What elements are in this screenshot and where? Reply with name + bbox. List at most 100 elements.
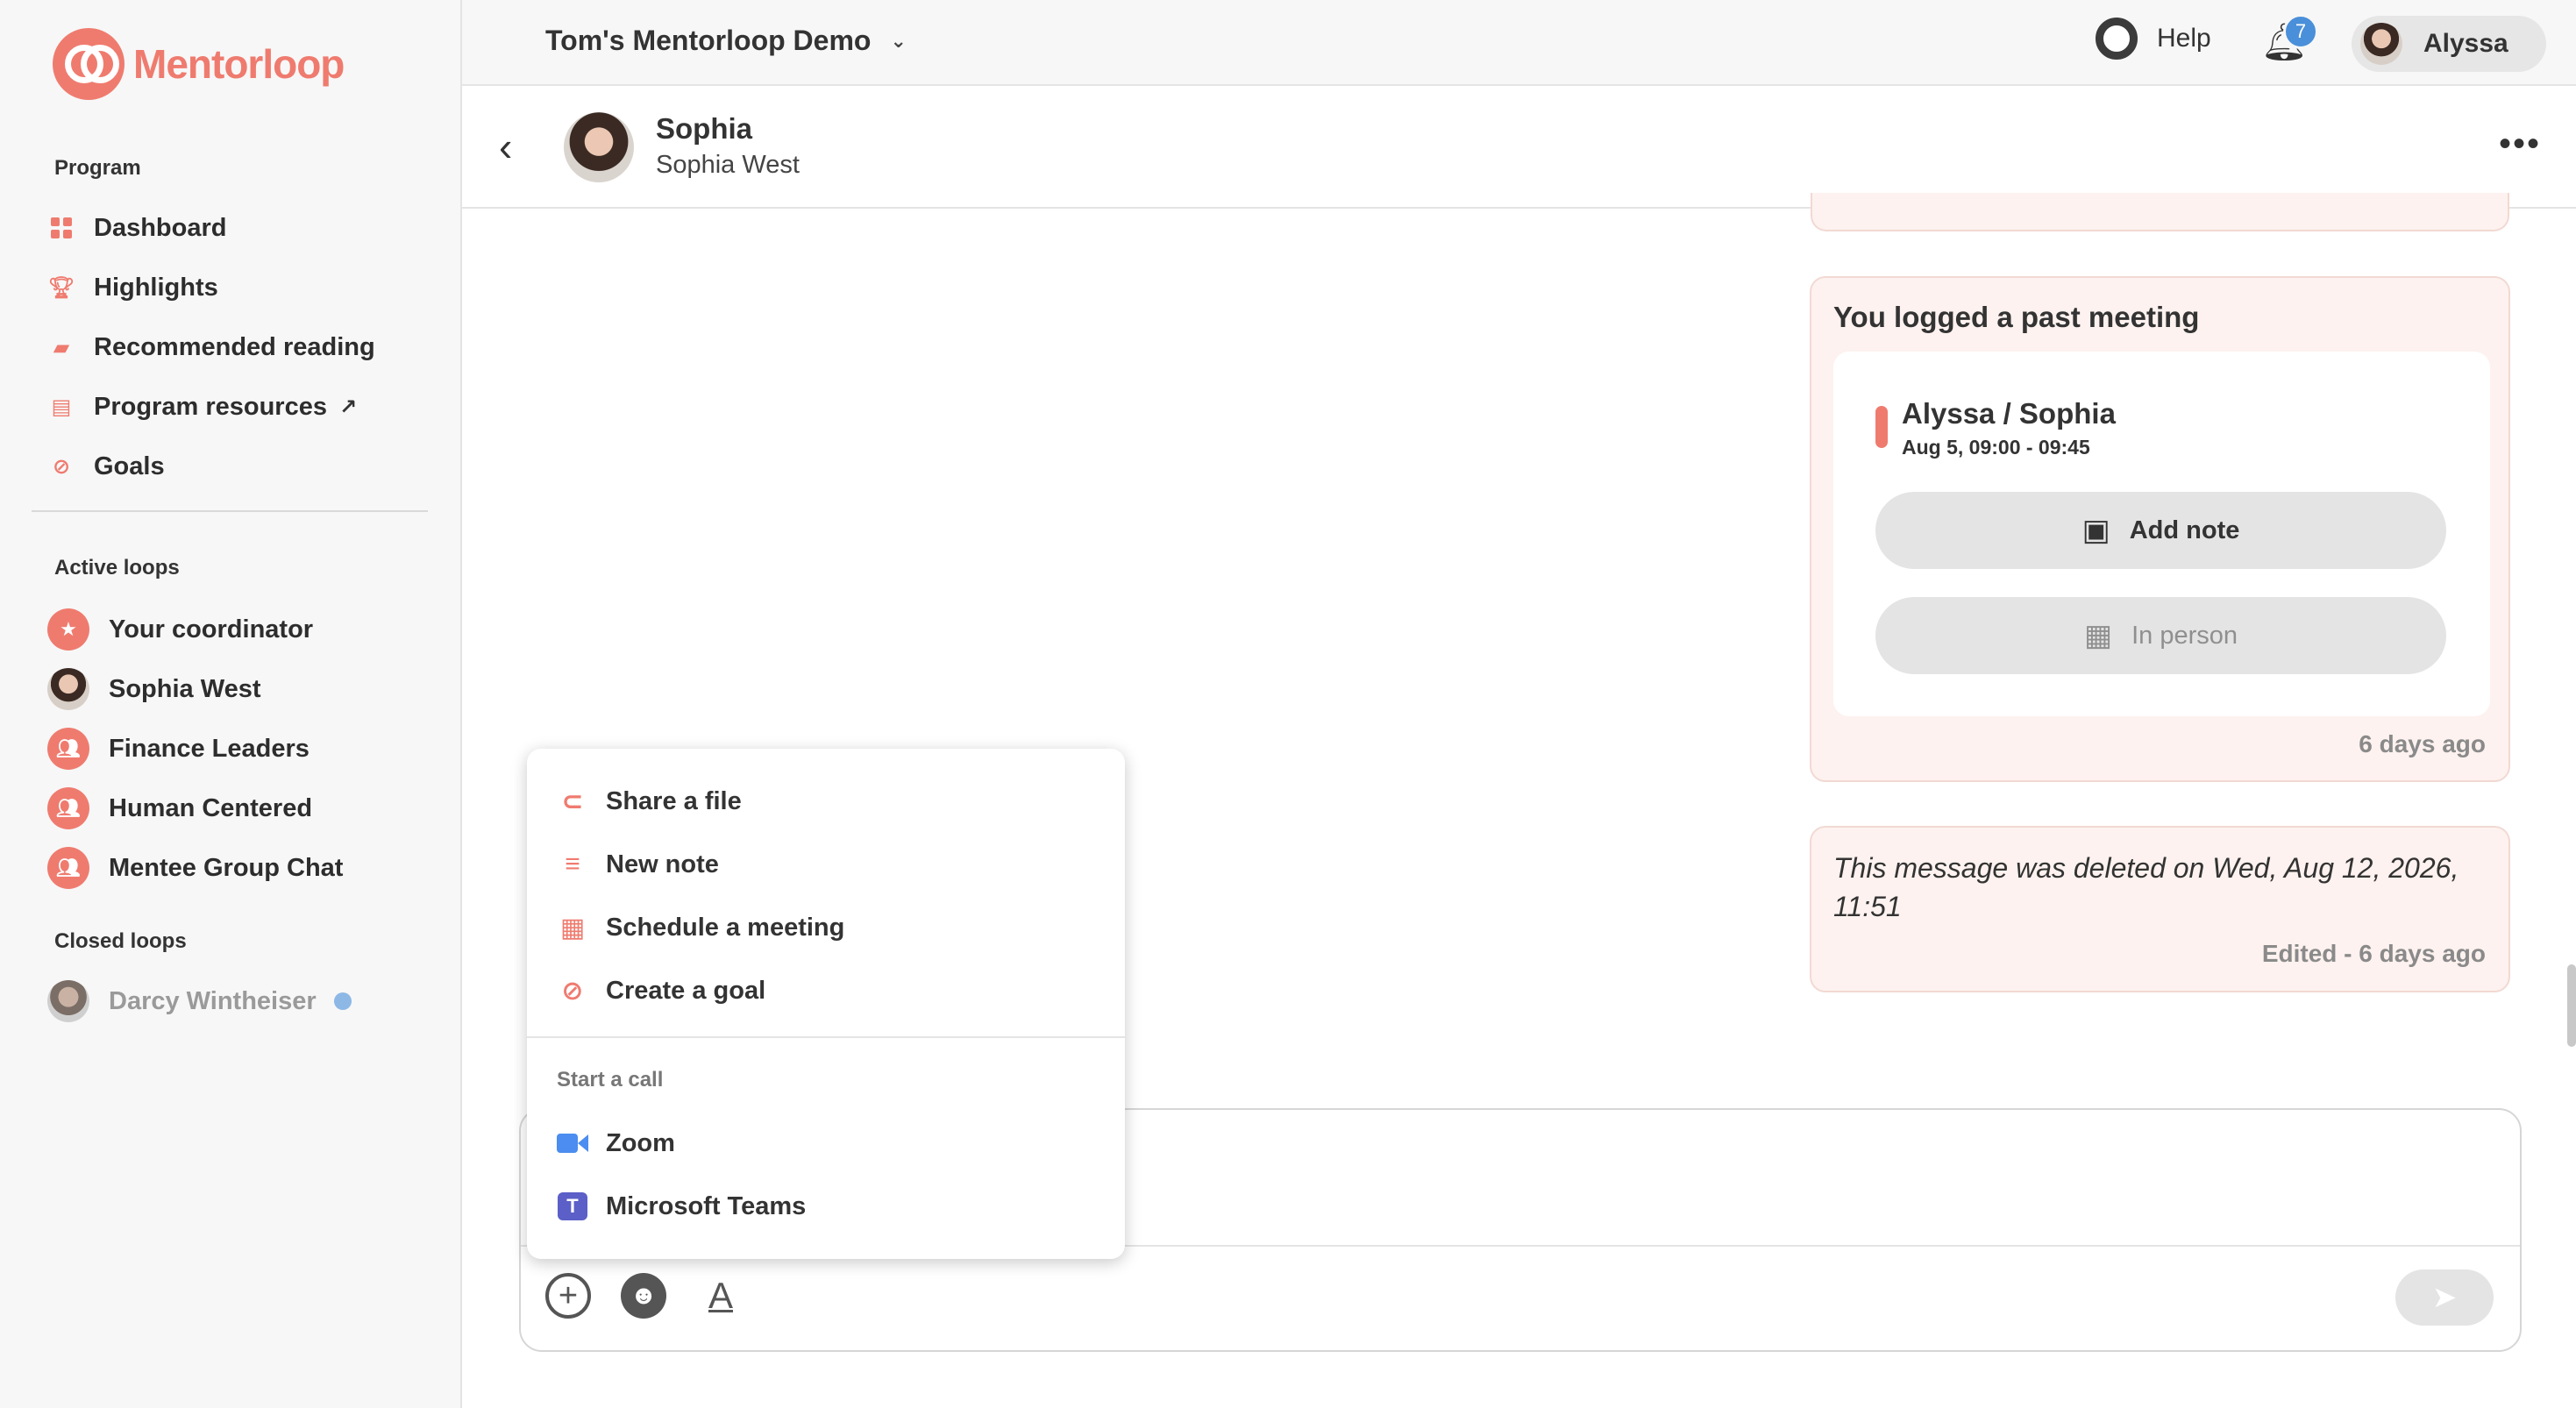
book-icon: ▰ <box>53 335 70 359</box>
menu-item-schedule-meeting[interactable]: ▦ Schedule a meeting <box>557 903 845 952</box>
avatar <box>47 668 89 710</box>
emoji-icon[interactable]: ☻ <box>621 1273 666 1319</box>
help-label: Help <box>2157 24 2211 53</box>
meeting-message-card: You logged a past meeting Alyssa / Sophi… <box>1810 276 2510 782</box>
menu-item-share-file[interactable]: ⊂ Share a file <box>557 777 742 826</box>
meeting-location-label: In person <box>2131 621 2238 650</box>
top-bar: Tom's Mentorloop Demo ⌄ Help 🔔︎ 7 Alyssa <box>462 0 2576 86</box>
deleted-message-text: This message was deleted on Wed, Aug 12,… <box>1833 852 2459 922</box>
meeting-color-bar <box>1875 406 1888 448</box>
meeting-time: Aug 5, 09:00 - 09:45 <box>1902 436 2090 459</box>
note-add-icon: ▣ <box>2081 514 2110 547</box>
closed-loops-label: Closed loops <box>54 929 187 953</box>
sidebar-item-label: Recommended reading <box>94 332 375 361</box>
menu-item-label: Zoom <box>606 1128 675 1157</box>
loop-mentee-group-chat[interactable]: 👥︎ Mentee Group Chat <box>47 843 343 892</box>
check-circle-icon: ⊘ <box>52 454 71 479</box>
add-attachment-plus-icon[interactable]: + <box>545 1273 591 1319</box>
menu-divider <box>527 1036 1125 1038</box>
menu-item-microsoft-teams[interactable]: T Microsoft Teams <box>557 1182 806 1231</box>
menu-item-label: Microsoft Teams <box>606 1191 807 1220</box>
trophy-icon: 🏆︎ <box>47 275 75 300</box>
menu-item-zoom[interactable]: Zoom <box>557 1119 675 1168</box>
chat-title: Sophia <box>656 112 753 145</box>
scrollbar-thumb[interactable] <box>2567 964 2576 1047</box>
sidebar-item-label: Goals <box>94 452 165 480</box>
meeting-title: Alyssa / Sophia <box>1902 397 2116 430</box>
menu-item-label: Share a file <box>606 786 742 815</box>
lifebuoy-icon <box>2096 18 2138 60</box>
check-circle-icon: ⊘ <box>561 976 584 1006</box>
menu-item-label: Schedule a meeting <box>606 913 845 942</box>
avatar <box>564 112 634 182</box>
add-note-button[interactable]: ▣ Add note <box>1875 492 2446 569</box>
user-menu-button[interactable]: Alyssa <box>2352 16 2546 72</box>
help-button[interactable]: Help <box>2096 18 2211 60</box>
send-button[interactable]: ➤ <box>2395 1269 2494 1326</box>
user-name: Alyssa <box>2423 29 2508 58</box>
zoom-icon <box>557 1127 588 1159</box>
group-icon: 👥︎ <box>47 847 89 889</box>
sidebar-divider <box>32 510 428 512</box>
external-link-icon: ↗ <box>338 395 358 419</box>
loop-label: Finance Leaders <box>109 734 310 763</box>
note-add-icon: ≡ <box>565 850 580 878</box>
workspace-switcher[interactable]: Tom's Mentorloop Demo ⌄ <box>545 25 907 57</box>
deleted-message-card: This message was deleted on Wed, Aug 12,… <box>1810 826 2510 992</box>
sidebar-item-label: Highlights <box>94 273 218 302</box>
loop-label: Your coordinator <box>109 615 314 644</box>
sidebar-item-recommended-reading[interactable]: ▰ Recommended reading <box>48 323 375 372</box>
notification-count-badge: 7 <box>2283 14 2318 49</box>
unread-dot <box>333 992 352 1010</box>
dashboard-icon <box>48 215 75 241</box>
meeting-location-button[interactable]: ▦ In person <box>1875 597 2446 674</box>
group-icon: 👥︎ <box>47 787 89 829</box>
avatar <box>2360 23 2402 65</box>
text-format-icon[interactable]: A <box>698 1273 744 1319</box>
calendar-icon: ▦ <box>559 913 586 942</box>
loop-your-coordinator[interactable]: ★ Your coordinator <box>47 605 313 654</box>
menu-item-new-note[interactable]: ≡ New note <box>557 840 719 889</box>
sidebar-item-label: Program resources <box>94 392 327 421</box>
loop-label: Sophia West <box>109 674 261 703</box>
meeting-details-card: Alyssa / Sophia Aug 5, 09:00 - 09:45 ▣ A… <box>1833 352 2490 716</box>
paperclip-icon: ⊂ <box>561 786 584 816</box>
menu-item-label: New note <box>606 850 719 878</box>
sidebar: Mentorloop Program Dashboard 🏆︎ Highligh… <box>0 0 462 1408</box>
loop-finance-leaders[interactable]: 👥︎ Finance Leaders <box>47 724 310 773</box>
loop-darcy-wintheiser[interactable]: Darcy Wintheiser <box>47 977 352 1026</box>
document-icon: ▤ <box>51 395 72 419</box>
chevron-down-icon: ⌄ <box>890 29 907 52</box>
active-loops-label: Active loops <box>54 556 180 580</box>
menu-item-create-goal[interactable]: ⊘ Create a goal <box>557 966 765 1015</box>
sidebar-item-program-resources[interactable]: ▤ Program resources ↗ <box>48 382 357 431</box>
star-icon: ★ <box>47 608 89 651</box>
loop-label: Mentee Group Chat <box>109 853 344 882</box>
loop-label: Human Centered <box>109 793 313 822</box>
sidebar-item-highlights[interactable]: 🏆︎ Highlights <box>48 263 218 312</box>
sidebar-item-label: Dashboard <box>94 213 227 242</box>
program-section-label: Program <box>54 156 141 180</box>
message-timestamp: Edited - 6 days ago <box>2261 940 2486 967</box>
add-action-menu: ⊂ Share a file ≡ New note ▦ Schedule a m… <box>527 749 1125 1259</box>
meeting-heading: You logged a past meeting <box>1833 301 2200 333</box>
avatar <box>47 980 89 1022</box>
teams-icon: T <box>557 1191 588 1222</box>
previous-message-card <box>1811 193 2509 231</box>
start-call-label: Start a call <box>557 1068 664 1092</box>
more-options-icon[interactable]: ••• <box>2499 124 2541 164</box>
chat-header: ‹ Sophia Sophia West ••• <box>462 86 2576 209</box>
calendar-icon: ▦ <box>2083 619 2113 652</box>
loop-label: Darcy Wintheiser <box>109 986 317 1015</box>
add-note-label: Add note <box>2129 516 2240 544</box>
menu-item-label: Create a goal <box>606 976 766 1005</box>
logo-icon <box>53 28 125 100</box>
group-icon: 👥︎ <box>47 728 89 770</box>
back-arrow-icon[interactable]: ‹ <box>499 123 512 170</box>
message-timestamp: 6 days ago <box>2359 730 2486 757</box>
mentorloop-logo[interactable]: Mentorloop <box>53 28 345 100</box>
loop-sophia-west[interactable]: Sophia West <box>47 665 261 714</box>
loop-human-centered[interactable]: 👥︎ Human Centered <box>47 784 312 833</box>
sidebar-item-goals[interactable]: ⊘ Goals <box>48 442 165 491</box>
sidebar-item-dashboard[interactable]: Dashboard <box>48 203 226 252</box>
